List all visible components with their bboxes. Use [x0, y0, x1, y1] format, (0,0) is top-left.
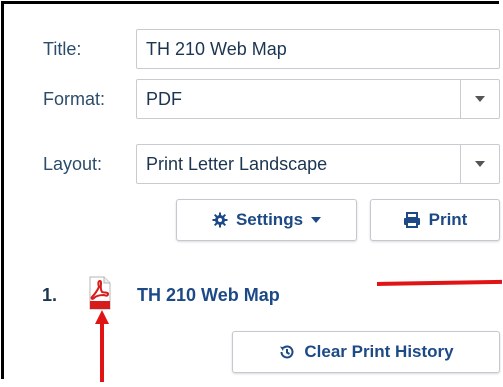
- layout-select-value: Print Letter Landscape: [146, 154, 328, 174]
- title-input[interactable]: TH 210 Web Map: [136, 29, 500, 69]
- chevron-down-icon[interactable]: [460, 80, 499, 118]
- gear-icon: [212, 212, 228, 228]
- history-icon: [278, 343, 296, 361]
- layout-select[interactable]: Print Letter Landscape: [136, 144, 500, 184]
- clear-print-history-label: Clear Print History: [304, 342, 454, 361]
- chevron-down-icon[interactable]: [460, 145, 499, 183]
- layout-label: Layout:: [43, 154, 103, 174]
- settings-button[interactable]: Settings: [176, 199, 357, 241]
- clear-print-history-button[interactable]: Clear Print History: [232, 331, 500, 373]
- history-item-number: 1.: [42, 285, 58, 305]
- settings-button-label: Settings: [235, 210, 304, 229]
- format-select[interactable]: PDF: [136, 79, 500, 119]
- title-label: Title:: [43, 39, 82, 59]
- format-label: Format:: [43, 89, 106, 109]
- pdf-file-icon[interactable]: [88, 276, 112, 310]
- history-item-link[interactable]: TH 210 Web Map: [137, 285, 280, 306]
- annotation-red-arrow: [94, 310, 110, 382]
- title-input-value: TH 210 Web Map: [146, 39, 287, 59]
- printer-icon: [403, 212, 421, 228]
- format-select-value: PDF: [146, 89, 182, 109]
- caret-down-icon: [311, 216, 322, 224]
- print-button-label: Print: [428, 210, 468, 229]
- print-button[interactable]: Print: [370, 199, 500, 241]
